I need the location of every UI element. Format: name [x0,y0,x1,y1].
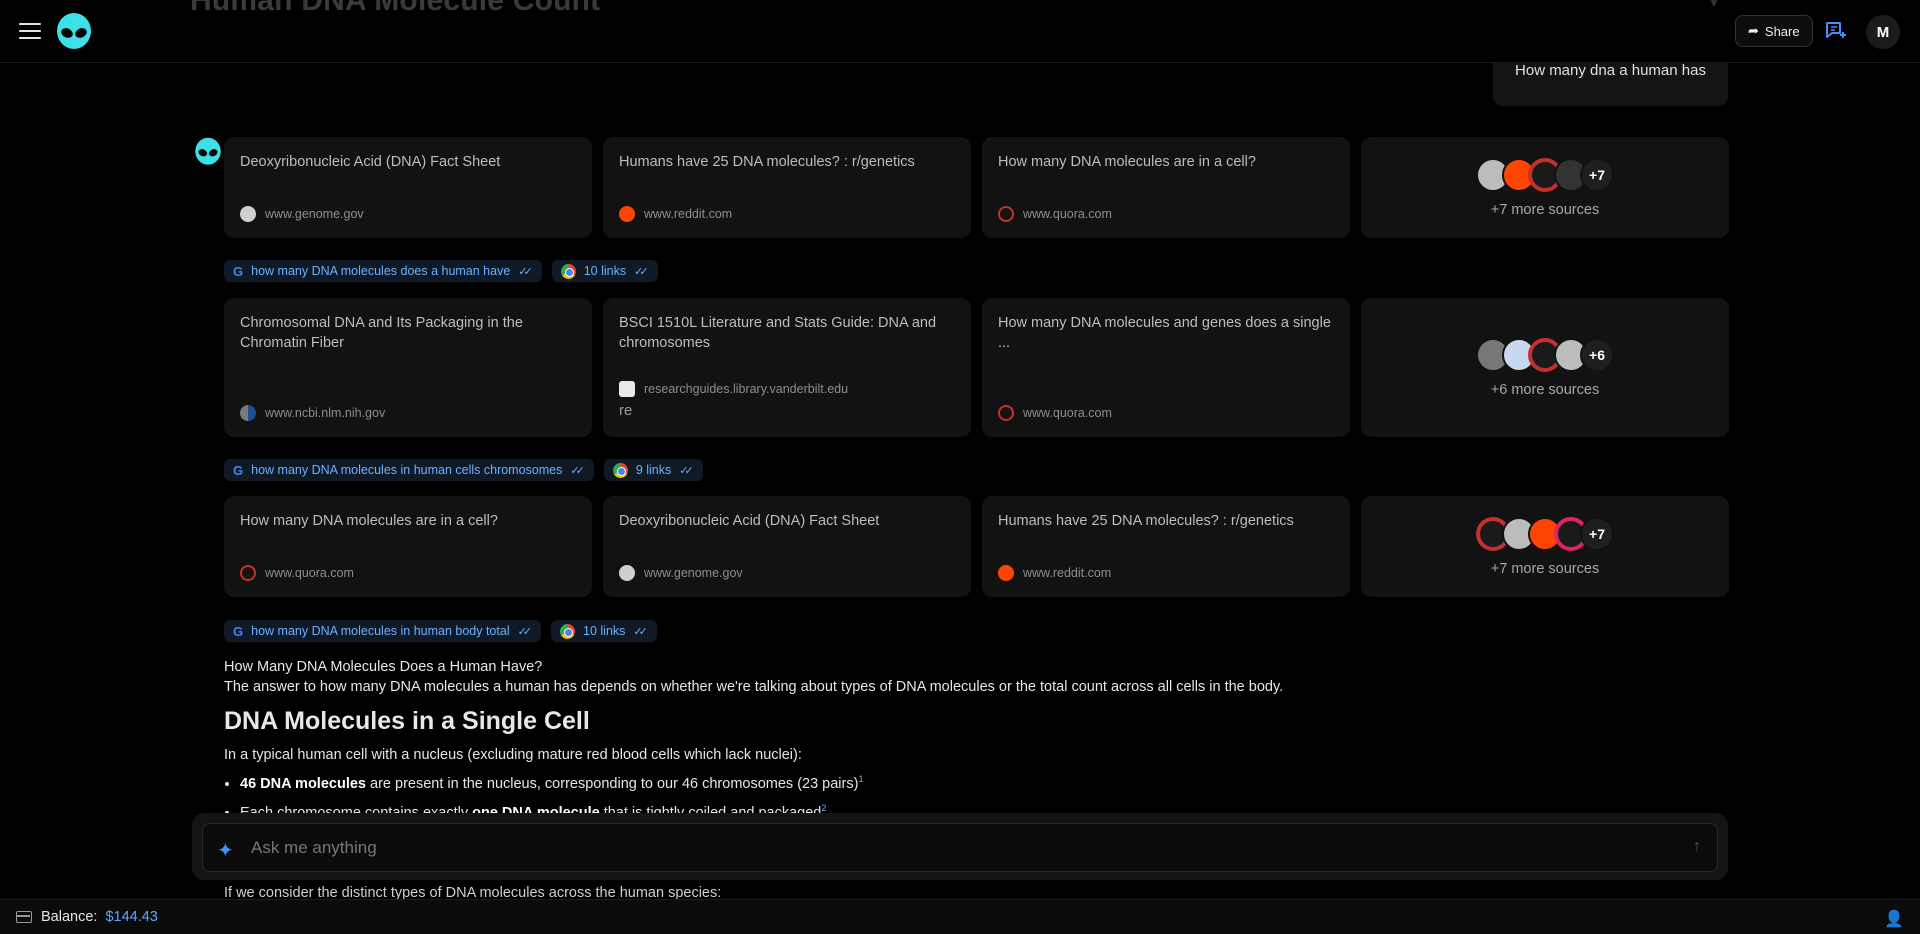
source-card[interactable]: How many DNA molecules and genes does a … [982,298,1350,437]
more-sources-card[interactable]: +7 +7 more sources [1361,496,1729,597]
reddit-favicon-icon [998,565,1014,581]
links-chip[interactable]: 9 links ✓✓ [603,459,703,481]
share-button[interactable]: ➦ Share [1735,15,1813,47]
double-check-icon: ✓✓ [570,464,585,477]
genome-favicon-icon [240,206,256,222]
citation-link[interactable]: 1 [858,774,863,784]
sparkle-icon: ✦ [217,840,234,862]
sources-row: Deoxyribonucleic Acid (DNA) Fact Sheet w… [224,137,1729,238]
google-icon: G [233,263,244,279]
sources-row: Chromosomal DNA and Its Packaging in the… [224,298,1729,437]
double-check-icon: ✓✓ [518,265,533,278]
chevron-down-icon[interactable]: ▼ [1708,0,1720,10]
answer-line: How Many DNA Molecules Does a Human Have… [224,659,543,675]
page-title: Human DNA Molecule Count [190,0,601,17]
answer-heading: DNA Molecules in a Single Cell [224,707,590,735]
double-check-icon: ✓✓ [634,265,649,278]
footer-bar: Balance: $144.43 👤 [0,899,1920,934]
quora-favicon-icon [998,206,1014,222]
menu-icon[interactable] [18,20,42,44]
source-card[interactable]: Chromosomal DNA and Its Packaging in the… [224,298,592,437]
links-chip[interactable]: 10 links ✓✓ [551,620,657,642]
sources-row: How many DNA molecules are in a cell? ww… [224,496,1729,597]
source-card[interactable]: How many DNA molecules are in a cell? ww… [982,137,1350,238]
more-sources-card[interactable]: +6 +6 more sources [1361,298,1729,437]
reddit-favicon-icon [619,206,635,222]
google-icon: G [233,623,244,639]
vanderbilt-favicon-icon [619,381,635,397]
chrome-icon [560,623,576,639]
ask-box: ✦ ↑ [202,823,1718,872]
list-item: 46 DNA molecules are present in the nucl… [240,769,1724,794]
search-queries: G how many DNA molecules in human cells … [224,459,703,481]
more-sources-card[interactable]: +7 +7 more sources [1361,137,1729,238]
source-card[interactable]: BSCI 1510L Literature and Stats Guide: D… [603,298,971,437]
composer: ✦ ↑ [192,813,1728,880]
source-icon-stack: +6 [1476,337,1614,372]
share-icon: ➦ [1748,23,1759,38]
source-card[interactable]: Humans have 25 DNA molecules? : r/geneti… [982,496,1350,597]
search-query-chip[interactable]: G how many DNA molecules in human body t… [224,620,542,642]
more-count: +7 [1580,157,1614,192]
genome-favicon-icon [619,565,635,581]
answer-body: How Many DNA Molecules Does a Human Have… [224,657,1724,827]
source-icon-stack: +7 [1476,516,1614,551]
source-card[interactable]: Deoxyribonucleic Acid (DNA) Fact Sheet w… [603,496,971,597]
new-chat-icon[interactable] [1824,19,1848,43]
search-queries: G how many DNA molecules does a human ha… [224,260,658,282]
double-check-icon: ✓✓ [633,625,648,638]
double-check-icon: ✓✓ [517,625,533,638]
balance-value: $144.43 [105,909,158,925]
double-check-icon: ✓✓ [679,464,694,477]
more-count: +7 [1580,516,1614,551]
alien-logo-icon[interactable] [54,12,94,52]
source-card[interactable]: Deoxyribonucleic Acid (DNA) Fact Sheet w… [224,137,592,238]
chrome-icon [612,462,628,478]
source-card[interactable]: Humans have 25 DNA molecules? : r/geneti… [603,137,971,238]
avatar[interactable]: M [1866,15,1900,49]
search-query-chip[interactable]: G how many DNA molecules in human cells … [224,459,594,481]
quora-favicon-icon [240,565,256,581]
search-queries: G how many DNA molecules in human body t… [224,620,657,642]
send-icon[interactable]: ↑ [1693,838,1701,856]
more-count: +6 [1580,337,1614,372]
top-bar: Human DNA Molecule Count ▼ ➦ Share M [0,0,1920,63]
ask-input[interactable] [251,824,1651,871]
ncbi-favicon-icon [240,405,256,421]
source-card[interactable]: How many DNA molecules are in a cell? ww… [224,496,592,597]
links-chip[interactable]: 10 links ✓✓ [551,260,658,282]
google-icon: G [233,462,244,478]
source-icon-stack: +7 [1476,157,1614,192]
answer-paragraph: In a typical human cell with a nucleus (… [224,747,802,763]
wallet-icon [16,911,32,923]
search-query-chip[interactable]: G how many DNA molecules does a human ha… [224,260,542,282]
citation-link[interactable]: 2 [821,803,826,813]
answer-line: The answer to how many DNA molecules a h… [224,679,1284,695]
quora-favicon-icon [998,405,1014,421]
user-check-icon[interactable]: 👤 [1884,909,1904,929]
assistant-avatar-icon [195,137,221,165]
chrome-icon [560,263,576,279]
